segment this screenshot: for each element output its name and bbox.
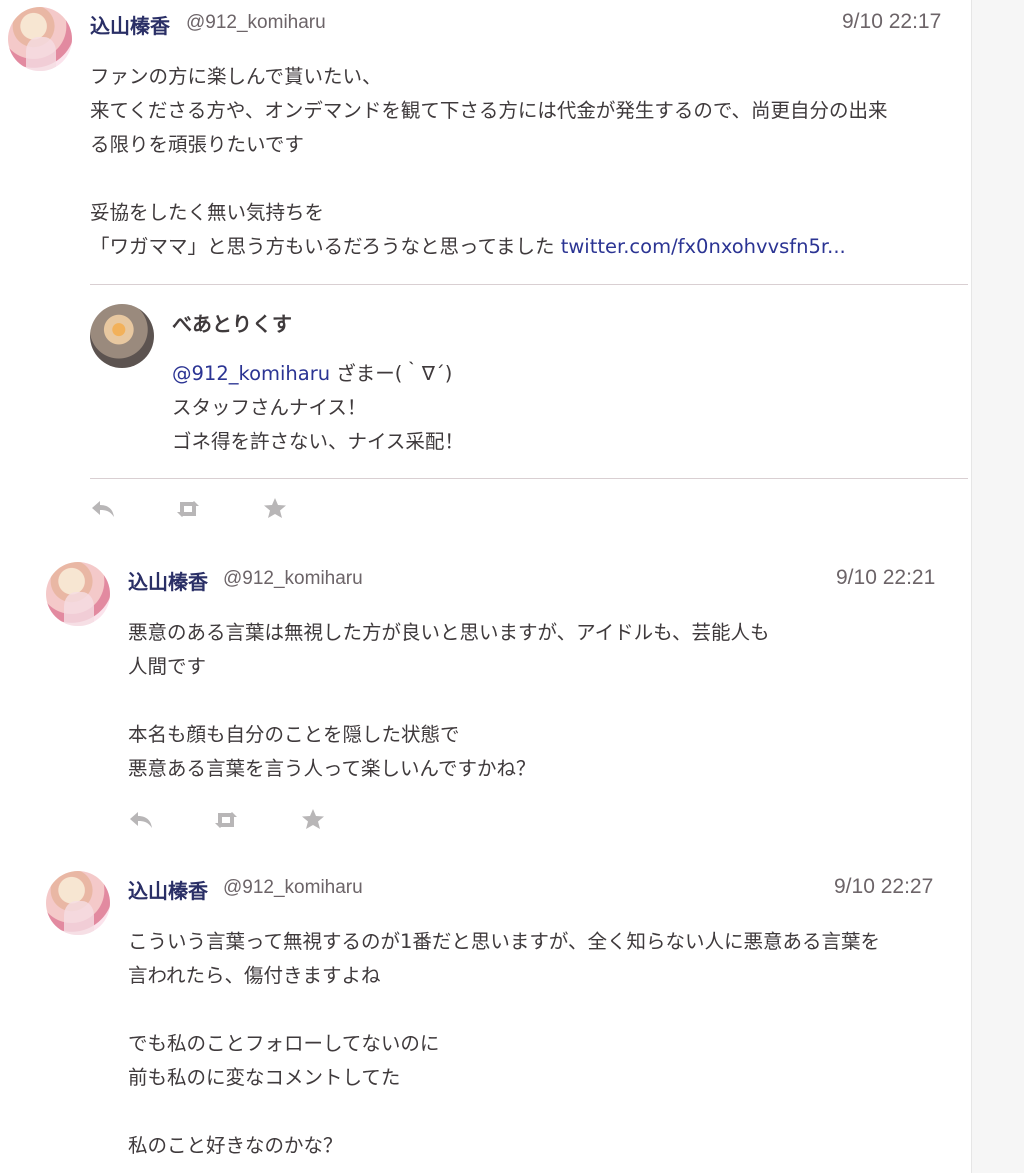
reply-icon[interactable] [90, 498, 116, 520]
quoted-text: @912_komiharu ざまー(｀∇´) スタッフさんナイス！ ゴネ得を許さ… [172, 357, 464, 459]
user-handle[interactable]: @912_komiharu [223, 568, 363, 590]
text-line: 悪意のある言葉は無視した方が良いと思いますが、アイドルも、芸能人も [128, 621, 770, 644]
user-handle[interactable]: @912_komiharu [186, 12, 326, 34]
text-line: 妥協をしたく無い気持ちを [90, 201, 325, 224]
user-name[interactable]: 込山榛香 [128, 566, 208, 595]
timestamp[interactable]: 9/10 22:27 [834, 875, 933, 899]
avatar[interactable] [8, 7, 72, 71]
text-line: 来てくださる方や、オンデマンドを観て下さる方には代金が発生するので、尚更自分の出… [90, 99, 888, 122]
user-name[interactable]: 込山榛香 [90, 10, 170, 39]
star-icon[interactable] [262, 497, 288, 519]
text-line: 本名も顔も自分のことを隠した状態で [128, 723, 460, 746]
avatar[interactable] [46, 562, 110, 626]
mention-link[interactable]: @912_komiharu [172, 362, 330, 385]
text-line: 悪意ある言葉を言う人って楽しいんですかね？ [128, 757, 536, 780]
text-line: 言われたら、傷付きますよね [128, 964, 381, 987]
avatar[interactable] [90, 304, 154, 368]
text-line: こういう言葉って無視するのが1番だと思いますが、全く知らない人に悪意ある言葉を [128, 930, 881, 953]
avatar[interactable] [46, 871, 110, 935]
tweet-text: 悪意のある言葉は無視した方が良いと思いますが、アイドルも、芸能人も 人間です 本… [128, 616, 770, 786]
text-line [90, 162, 888, 196]
timestamp[interactable]: 9/10 22:21 [836, 566, 935, 590]
divider [90, 478, 968, 479]
tweet-text: ファンの方に楽しんで貰いたい、 来てくださる方や、オンデマンドを観て下さる方には… [90, 60, 888, 264]
text-line: 私のこと好きなのかな？ [128, 1134, 343, 1157]
text-line-with-link: 「ワガママ」と思う方もいるだろうなと思ってました twitter.com/fx0… [90, 230, 888, 264]
text-line: 人間です [128, 655, 207, 678]
scrollbar-track[interactable] [971, 0, 1024, 1173]
tweet-text: こういう言葉って無視するのが1番だと思いますが、全く知らない人に悪意ある言葉を … [128, 925, 880, 1163]
text-line [128, 684, 770, 718]
retweet-icon[interactable] [175, 498, 201, 520]
text-line [128, 1095, 880, 1129]
text-fragment: ざまー(｀∇´) [330, 362, 453, 385]
divider [90, 284, 968, 285]
text-line [128, 993, 880, 1027]
text-line: ゴネ得を許さない、ナイス采配！ [172, 430, 464, 453]
user-name[interactable]: 込山榛香 [128, 875, 208, 904]
text-line: 前も私のに変なコメントしてた [128, 1066, 401, 1089]
tweet-link[interactable]: twitter.com/fx0nxohvvsfn5r... [561, 235, 846, 258]
text-line: る限りを頑張りたいです [90, 133, 304, 156]
retweet-icon[interactable] [213, 809, 239, 831]
text-line: 「ワガママ」と思う方もいるだろうなと思ってました [90, 235, 561, 258]
quoted-user-name[interactable]: べあとりくす [172, 308, 292, 337]
star-icon[interactable] [300, 808, 326, 830]
reply-icon[interactable] [128, 809, 154, 831]
text-line: ファンの方に楽しんで貰いたい、 [90, 65, 382, 88]
user-handle[interactable]: @912_komiharu [223, 877, 363, 899]
text-line: スタッフさんナイス！ [172, 396, 367, 419]
quoted-line-1: @912_komiharu ざまー(｀∇´) [172, 357, 464, 391]
text-line: でも私のことフォローしてないのに [128, 1032, 440, 1055]
timestamp[interactable]: 9/10 22:17 [842, 10, 941, 34]
